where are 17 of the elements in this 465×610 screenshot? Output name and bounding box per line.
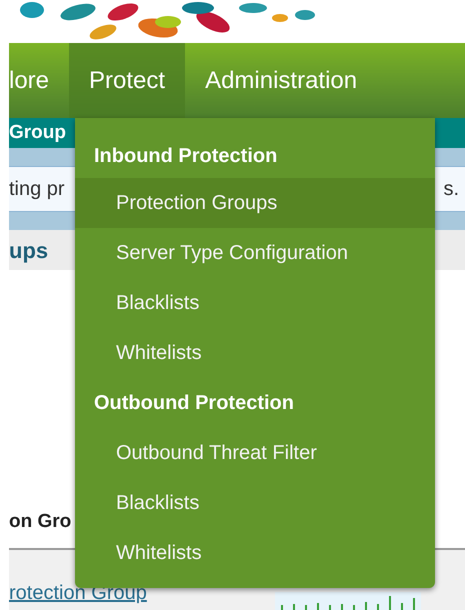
menu-section-title: Outbound Protection <box>93 391 295 416</box>
menu-item[interactable]: Server Type Configuration <box>75 228 435 278</box>
menu-item[interactable]: Protection Groups <box>75 178 435 228</box>
menu-item[interactable]: Blacklists <box>75 478 435 528</box>
info-text: ting pr <box>9 177 65 202</box>
nav-tab[interactable]: Administration <box>185 43 378 118</box>
menu-item[interactable]: Whitelists <box>75 528 435 578</box>
nav-tab[interactable]: Protect <box>69 43 186 118</box>
section-title: ups <box>9 236 48 265</box>
menu-item[interactable]: Outbound Threat Filter <box>75 428 435 478</box>
menu-item[interactable]: Whitelists <box>75 328 435 378</box>
menu-section-title: Inbound Protection <box>93 144 278 169</box>
nav-tab[interactable]: lore <box>9 43 70 118</box>
column-header: on Gro <box>9 510 72 534</box>
menu-item[interactable]: Blacklists <box>75 278 435 328</box>
sub-nav-item[interactable]: Group <box>9 118 66 148</box>
info-text: s. <box>443 177 459 202</box>
